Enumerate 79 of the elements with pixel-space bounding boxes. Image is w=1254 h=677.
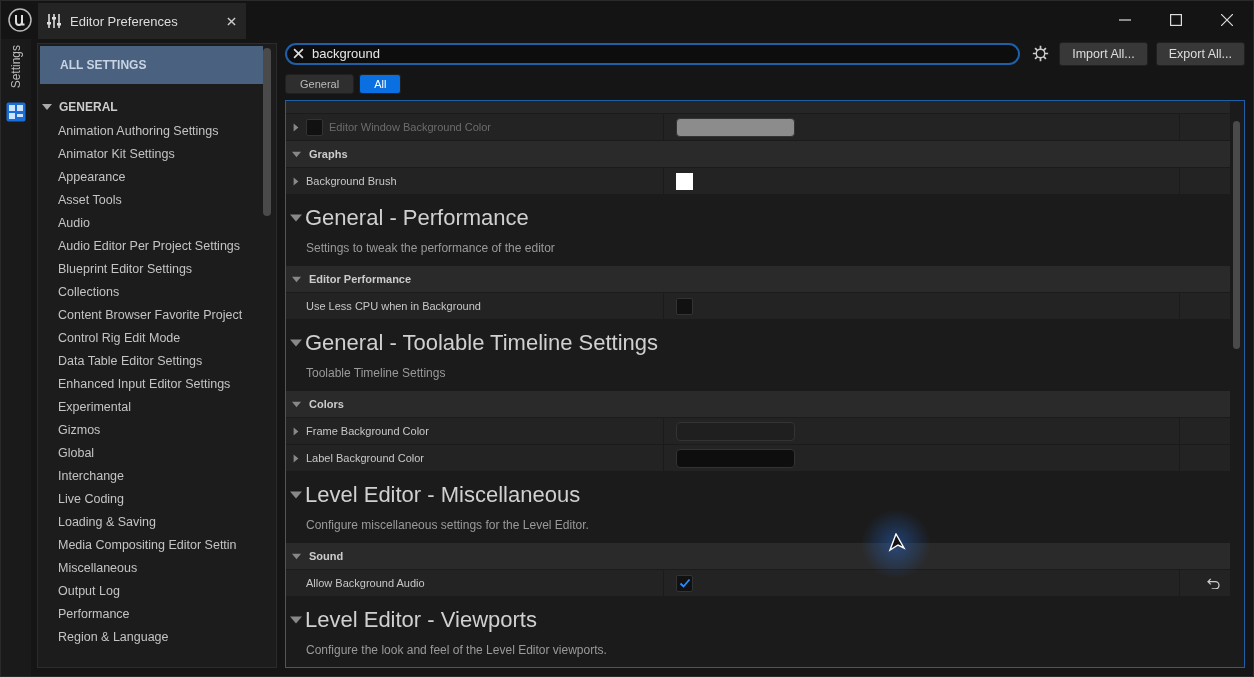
expand-arrow-icon[interactable]: [292, 426, 300, 436]
section-title: General - Performance: [305, 205, 529, 231]
sidebar-item[interactable]: Experimental: [38, 396, 263, 419]
sidebar-item[interactable]: Audio Editor Per Project Settings: [38, 235, 263, 258]
collapse-arrow-icon[interactable]: [290, 489, 302, 501]
engine-logo-icon[interactable]: [8, 8, 32, 32]
sidebar-item[interactable]: Gizmos: [38, 419, 263, 442]
category-label: Sound: [309, 550, 344, 562]
sidebar-item[interactable]: Performance: [38, 603, 263, 626]
checkbox[interactable]: [676, 297, 693, 315]
property-label: Allow Background Audio: [306, 577, 425, 589]
sidebar-item[interactable]: Appearance: [38, 166, 263, 189]
section-description: Settings to tweak the performance of the editor: [305, 240, 556, 255]
action-button[interactable]: Export All...: [1155, 41, 1245, 66]
checkbox[interactable]: [676, 574, 693, 592]
collapse-arrow-icon[interactable]: [290, 212, 302, 224]
sidebar-item[interactable]: Loading & Saving: [38, 511, 263, 534]
sidebar-item[interactable]: Global: [38, 442, 263, 465]
collapse-arrow-icon[interactable]: [292, 399, 301, 409]
filter-tab[interactable]: All: [359, 74, 402, 94]
sliders-icon: [46, 13, 62, 29]
editor-tab[interactable]: Editor Preferences: [38, 3, 246, 39]
settings-side-tab[interactable]: Settings: [9, 41, 23, 93]
sidebar-item[interactable]: Data Table Editor Settings: [38, 350, 263, 373]
color-swatch[interactable]: [676, 172, 693, 190]
maximize-icon[interactable]: [1170, 14, 1182, 26]
category-label: Colors: [309, 398, 344, 410]
collapse-arrow-icon[interactable]: [290, 337, 302, 349]
section-description: Configure miscellaneous settings for the Level Editor.: [305, 517, 590, 532]
section-description: Configure the look and feel of the Level Editor viewports.: [305, 642, 608, 657]
action-button[interactable]: Import All...: [1059, 41, 1148, 66]
collapse-arrow-icon[interactable]: [292, 274, 301, 284]
section-title: Level Editor - Miscellaneous: [305, 482, 581, 508]
collapse-arrow-icon[interactable]: [292, 149, 301, 159]
property-label: Label Background Color: [306, 452, 425, 464]
all-settings-item[interactable]: ALL SETTINGS: [40, 46, 263, 84]
sidebar-item[interactable]: Blueprint Editor Settings: [38, 258, 263, 281]
layout-icon[interactable]: [6, 102, 26, 123]
section-description: Toolable Timeline Settings: [305, 365, 447, 380]
property-label: Frame Background Color: [306, 425, 429, 437]
close-icon[interactable]: [1221, 14, 1233, 26]
property-label: Use Less CPU when in Background: [306, 300, 481, 312]
sidebar-item[interactable]: Output Log: [38, 580, 263, 603]
check-icon: [678, 577, 691, 589]
collapse-arrow-icon[interactable]: [292, 551, 301, 561]
expand-arrow-icon[interactable]: [292, 122, 300, 132]
collapse-arrow-icon[interactable]: [290, 614, 302, 626]
sidebar-item[interactable]: Asset Tools: [38, 189, 263, 212]
sidebar-item[interactable]: Enhanced Input Editor Settings: [38, 373, 263, 396]
sidebar-item[interactable]: Collections: [38, 281, 263, 304]
tab-title: Editor Preferences: [70, 13, 179, 29]
sidebar-item[interactable]: Region & Language: [38, 626, 263, 649]
property-label: Editor Window Background Color: [329, 121, 492, 133]
sidebar-item[interactable]: Interchange: [38, 465, 263, 488]
category-heading: GENERAL: [59, 100, 118, 114]
expand-arrow-icon[interactable]: [292, 453, 300, 463]
collapse-arrow-icon[interactable]: [42, 102, 52, 112]
reset-icon[interactable]: [1207, 577, 1220, 589]
sidebar-item[interactable]: Live Coding: [38, 488, 263, 511]
sidebar-item[interactable]: Media Compositing Editor Settin: [38, 534, 263, 557]
sidebar-item[interactable]: Animator Kit Settings: [38, 143, 263, 166]
settings-icon[interactable]: [1032, 45, 1050, 62]
sidebar-item[interactable]: Content Browser Favorite Project: [38, 304, 263, 327]
sidebar-item[interactable]: Miscellaneous: [38, 557, 263, 580]
sidebar-item[interactable]: Audio: [38, 212, 263, 235]
clear-icon[interactable]: [293, 48, 304, 59]
sidebar-item[interactable]: Animation Authoring Settings: [38, 120, 263, 143]
section-title: Level Editor - Viewports: [305, 607, 537, 633]
scrollbar[interactable]: [263, 48, 271, 216]
category-label: Graphs: [309, 148, 348, 160]
close-icon[interactable]: [227, 16, 236, 26]
search-field[interactable]: background: [285, 42, 1021, 65]
category-label: Editor Performance: [309, 273, 412, 285]
color-swatch[interactable]: [676, 448, 795, 468]
sidebar-item[interactable]: Control Rig Edit Mode: [38, 327, 263, 350]
expand-arrow-icon[interactable]: [292, 176, 300, 186]
filter-tab[interactable]: General: [285, 74, 355, 94]
section-title: General - Toolable Timeline Settings: [305, 330, 658, 356]
property-label: Background Brush: [306, 175, 397, 187]
